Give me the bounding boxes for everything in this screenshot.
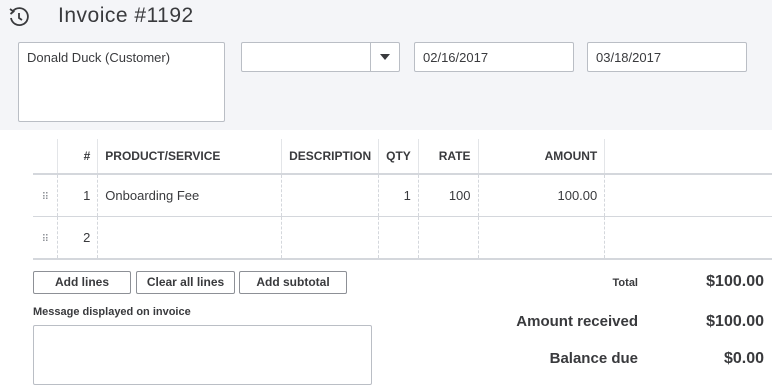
terms-dropdown[interactable]: [241, 42, 400, 72]
column-header-drag: [33, 139, 58, 175]
row-blank-cell: [604, 216, 772, 260]
amount-received-value: $100.00: [706, 313, 764, 330]
qty-cell[interactable]: 1: [378, 174, 419, 217]
column-header-rate: RATE: [418, 139, 479, 175]
qty-cell[interactable]: [378, 216, 419, 260]
column-header-number: #: [57, 139, 99, 175]
column-header-description: DESCRIPTION: [281, 139, 380, 175]
column-header-amount: AMOUNT: [478, 139, 606, 175]
amount-received-label: Amount received: [516, 313, 638, 330]
description-cell[interactable]: [281, 216, 380, 260]
table-row[interactable]: ⠿ 2: [33, 216, 772, 260]
product-cell[interactable]: Onboarding Fee: [97, 174, 283, 217]
table-header-row: # PRODUCT/SERVICE DESCRIPTION QTY RATE A…: [33, 139, 772, 175]
message-label: Message displayed on invoice: [33, 306, 191, 318]
amount-cell[interactable]: [478, 216, 606, 260]
chevron-down-icon[interactable]: [380, 54, 390, 60]
message-textarea[interactable]: [33, 325, 372, 385]
description-cell[interactable]: [281, 174, 380, 217]
drag-handle-icon[interactable]: ⠿: [33, 174, 58, 217]
total-label: Total: [612, 277, 638, 289]
invoice-date-field[interactable]: 02/16/2017: [414, 42, 574, 72]
total-value: $100.00: [706, 273, 764, 290]
rate-cell[interactable]: [418, 216, 479, 260]
drag-handle-icon[interactable]: ⠿: [33, 216, 58, 260]
page-title: Invoice #1192: [58, 4, 194, 27]
line-items-table: # PRODUCT/SERVICE DESCRIPTION QTY RATE A…: [33, 139, 772, 260]
row-number: 1: [57, 174, 99, 217]
column-header-blank: [604, 139, 772, 175]
balance-due-value: $0.00: [723, 350, 764, 367]
clear-all-lines-button[interactable]: Clear all lines: [136, 271, 235, 294]
balance-due-label: Balance due: [549, 350, 638, 367]
dropdown-divider: [370, 43, 371, 71]
row-blank-cell: [604, 174, 772, 217]
add-subtotal-button[interactable]: Add subtotal: [239, 271, 347, 294]
invoice-header: Invoice #1192 Donald Duck (Customer) 02/…: [0, 0, 772, 130]
rate-cell[interactable]: 100: [418, 174, 479, 217]
due-date-field[interactable]: 03/18/2017: [587, 42, 747, 72]
amount-cell[interactable]: 100.00: [478, 174, 606, 217]
recent-transactions-icon[interactable]: [7, 5, 31, 29]
column-header-qty: QTY: [378, 139, 419, 175]
column-header-product: PRODUCT/SERVICE: [97, 139, 283, 175]
table-row[interactable]: ⠿ 1 Onboarding Fee 1 100 100.00: [33, 174, 772, 217]
product-cell[interactable]: [97, 216, 283, 260]
customer-field[interactable]: Donald Duck (Customer): [18, 42, 225, 122]
row-number: 2: [57, 216, 99, 260]
add-lines-button[interactable]: Add lines: [33, 271, 131, 294]
